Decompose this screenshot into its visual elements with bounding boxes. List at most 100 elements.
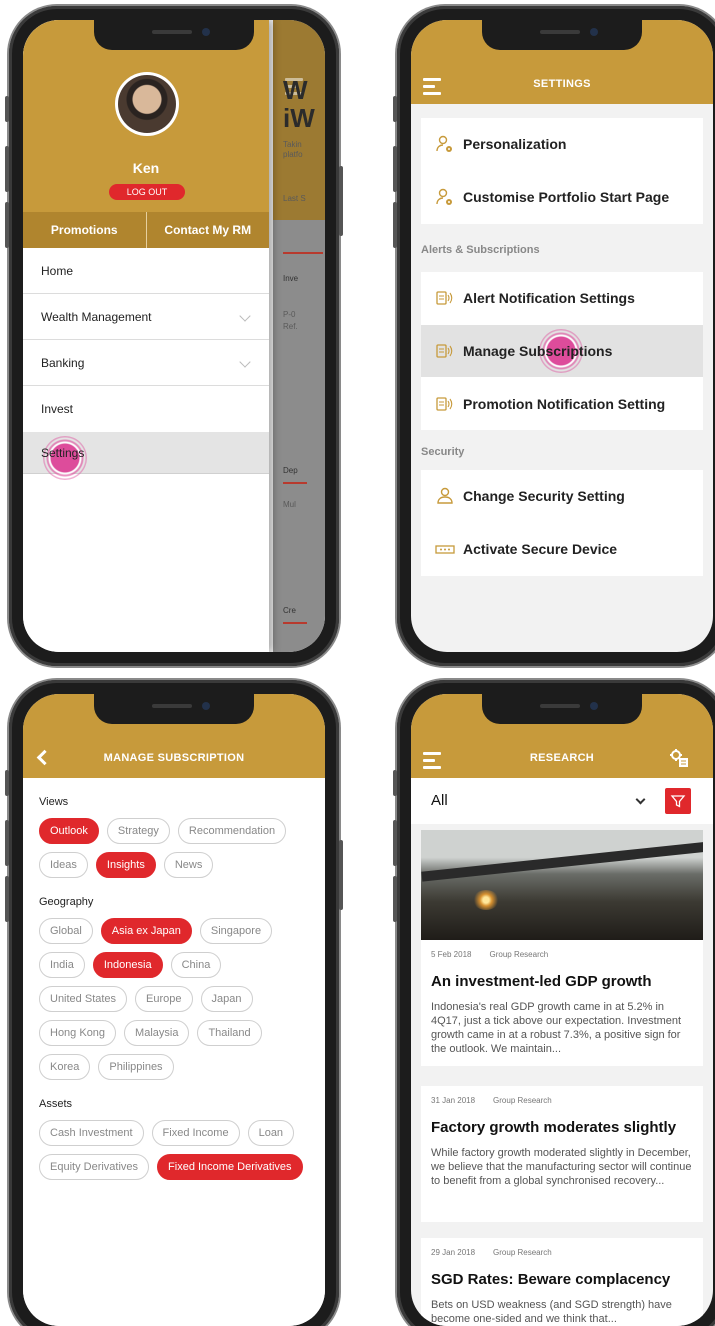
filter-chip[interactable]: Malaysia [124,1020,190,1046]
filter-chip[interactable]: United States [39,986,128,1012]
filter-chip[interactable]: Fixed Income Derivatives [157,1154,303,1180]
contact-rm-button[interactable]: Contact My RM [147,212,270,248]
filter-chip[interactable]: India [39,952,85,978]
filter-chip[interactable]: Japan [200,986,253,1012]
chevron-down-icon [239,310,251,322]
item-label: Change Security Setting [463,488,625,504]
notch [94,20,254,50]
screen-research: RESEARCH All 5 Feb 2018 Group Research An… [411,694,713,1326]
article-title[interactable]: An investment-led GDP growth [431,973,693,990]
chevron-down-icon [239,356,251,368]
item-label: Customise Portfolio Start Page [463,189,670,205]
background-text: Mul [283,500,296,509]
menu-item-wealth-management[interactable]: Wealth Management [23,294,269,340]
notification-icon [435,288,455,308]
secure-device-icon [435,539,455,559]
article-summary: While factory growth moderated slightly … [431,1147,692,1187]
item-label: Manage Subscriptions [463,343,613,359]
filter-chip[interactable]: Strategy [106,818,170,844]
notch [482,694,642,724]
item-label: Activate Secure Device [463,541,618,557]
activate-secure-device-item[interactable]: Activate Secure Device [421,523,703,575]
screen-menu: WiW Takin platfo Last S Inve P-0 Ref. De… [23,20,325,652]
filter-button[interactable] [665,788,691,814]
filter-chip[interactable]: Insights [95,852,156,878]
menu-item-label: Wealth Management [41,310,152,324]
quick-links: Promotions Contact My RM [23,212,269,248]
article-meta: 5 Feb 2018 Group Research [431,950,549,959]
article-title[interactable]: Factory growth moderates slightly [431,1119,693,1136]
page-title: RESEARCH [529,752,595,764]
phone-frame-menu: WiW Takin platfo Last S Inve P-0 Ref. De… [5,6,343,666]
background-text: Dep [283,466,298,475]
assets-chips: Cash Investment Fixed Income Loan Equity De… [39,1120,309,1180]
alert-notification-item[interactable]: Alert Notification Settings [421,272,703,324]
settings-group-alerts: Alert Notification Settings Manage Subsc… [421,272,703,430]
article-image[interactable] [421,830,703,940]
filter-chip[interactable]: Equity Derivatives [39,1154,150,1180]
chevron-down-icon[interactable] [635,794,646,805]
article-meta: 29 Jan 2018 Group Research [431,1248,552,1257]
customise-portfolio-item[interactable]: Customise Portfolio Start Page [421,171,703,223]
promotion-notification-item[interactable]: Promotion Notification Setting [421,378,703,430]
filter-chip[interactable]: Indonesia [92,952,163,978]
settings-group-general: Personalization Customise Portfolio Star… [421,118,703,224]
screen-settings: SETTINGS Personalization Customise Portf… [411,20,713,652]
personalization-item[interactable]: Personalization [421,118,703,170]
phone-frame-research: RESEARCH All 5 Feb 2018 Group Research An… [393,680,715,1326]
filter-chip[interactable]: Ideas [39,852,88,878]
filter-chip[interactable]: Cash Investment [39,1120,144,1146]
settings-group-security: Change Security Setting Activate Secure … [421,470,703,576]
change-security-item[interactable]: Change Security Setting [421,470,703,522]
phone-frame-settings: SETTINGS Personalization Customise Portf… [393,6,715,666]
avatar[interactable] [115,72,179,136]
article-title[interactable]: SGD Rates: Beware complacency [431,1271,693,1288]
notch [482,20,642,50]
background-text: P-0 [283,310,296,319]
geography-chips: Global Asia ex Japan Singapore India Indones… [39,918,309,1080]
article-meta: 31 Jan 2018 Group Research [431,1096,552,1105]
user-lock-icon [435,486,455,506]
manage-subscriptions-item[interactable]: Manage Subscriptions [421,325,703,377]
article-card[interactable]: 29 Jan 2018 Group Research SGD Rates: Bew… [421,1238,703,1326]
screen-subscription: MANAGE SUBSCRIPTION Views Outlook Strateg… [23,694,325,1326]
filter-chip[interactable]: China [170,952,222,978]
article-card[interactable]: 31 Jan 2018 Group Research Factory growth… [421,1086,703,1222]
promotions-button[interactable]: Promotions [23,212,147,248]
menu-item-label: Home [41,264,74,278]
filter-chip[interactable]: Philippines [98,1054,174,1080]
filter-chip[interactable]: News [163,852,214,878]
article-card[interactable]: 5 Feb 2018 Group Research An investment-l… [421,940,703,1066]
section-security: Security [421,446,465,458]
user-name: Ken [132,160,160,176]
filter-icon [670,795,686,808]
menu-item-home[interactable]: Home [23,248,269,294]
logout-button[interactable]: LOG OUT [109,184,185,200]
category-select[interactable]: All [431,792,448,809]
filter-chip[interactable]: Thailand [197,1020,262,1046]
menu-item-invest[interactable]: Invest [23,386,269,432]
filter-chip[interactable]: Recommendation [177,818,287,844]
filter-chip[interactable]: Fixed Income [151,1120,240,1146]
menu-item-label: Settings [41,446,85,460]
filter-chip[interactable]: Loan [247,1120,295,1146]
filter-chip[interactable]: Singapore [199,918,273,944]
filter-chip[interactable]: Hong Kong [39,1020,117,1046]
geography-heading: Geography [39,896,94,908]
subscription-settings-icon[interactable] [669,748,689,773]
page-title: MANAGE SUBSCRIPTION [103,752,245,764]
filter-chip[interactable]: Europe [135,986,193,1012]
notch [94,694,254,724]
item-label: Alert Notification Settings [463,290,635,306]
page-title: SETTINGS [533,78,591,90]
section-alerts-subscriptions: Alerts & Subscriptions [421,244,540,256]
filter-chip[interactable]: Korea [39,1054,91,1080]
user-gear-icon [435,134,455,154]
menu-item-banking[interactable]: Banking [23,340,269,386]
item-label: Promotion Notification Setting [463,396,666,412]
filter-chip[interactable]: Outlook [39,818,99,844]
filter-chip[interactable]: Global [39,918,93,944]
background-page: WiW Takin platfo Last S Inve P-0 Ref. De… [273,20,325,652]
filter-chip[interactable]: Asia ex Japan [100,918,192,944]
background-heading: WiW [283,75,315,133]
